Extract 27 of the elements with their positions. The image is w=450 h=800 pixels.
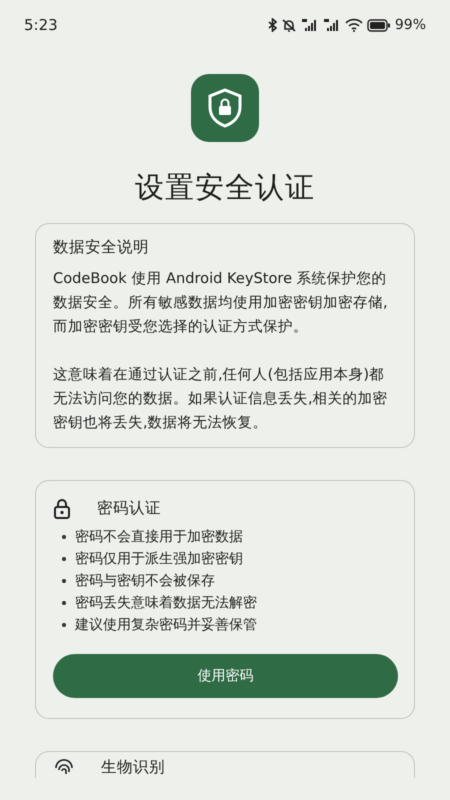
bullet-point: 密码丢失意味着数据无法解密 (75, 594, 257, 614)
bluetooth-icon (268, 18, 277, 32)
bullet-point: 建议使用复杂密码并妥善保管 (75, 616, 257, 636)
bullet-icon (62, 579, 66, 584)
bullet-icon (62, 557, 66, 562)
signal-icon (300, 18, 319, 32)
padlock-icon (53, 498, 71, 520)
bullet-point: 密码与密钥不会被保存 (75, 572, 215, 592)
battery-icon (366, 18, 391, 32)
signal-icon (322, 18, 341, 32)
info-paragraph: 这意味着在通过认证之前,任何人(包括应用本身)都无法访问您的数据。如果认证信息丢失,相关的加密密钥也将丢失,数据将无法恢复。 (53, 365, 389, 434)
bullet-icon (62, 535, 66, 540)
use-password-button[interactable]: 使用密码 (53, 654, 398, 698)
card-title: 数据安全说明 (53, 236, 150, 258)
app-shield-icon (191, 74, 259, 142)
info-paragraph: CodeBook 使用 Android KeyStore 系统保护您的数据安全。所有敏感数据均使用加密密钥加密存储,而加密密钥受您选择的认证方式保护。 (53, 269, 389, 338)
muted-bell-icon (280, 18, 297, 32)
bullet-icon (62, 601, 66, 606)
page-title: 设置安全认证 (135, 170, 315, 205)
bullet-point: 密码不会直接用于加密数据 (75, 528, 243, 548)
wifi-icon (344, 18, 363, 32)
status-time: 5:23 (24, 14, 58, 36)
method-title: 密码认证 (97, 498, 161, 520)
battery-percentage: 99% (394, 16, 426, 34)
bullet-point: 密码仅用于派生强加密密钥 (75, 550, 243, 570)
bullet-icon (62, 623, 66, 628)
method-title: 生物识别 (101, 757, 165, 778)
